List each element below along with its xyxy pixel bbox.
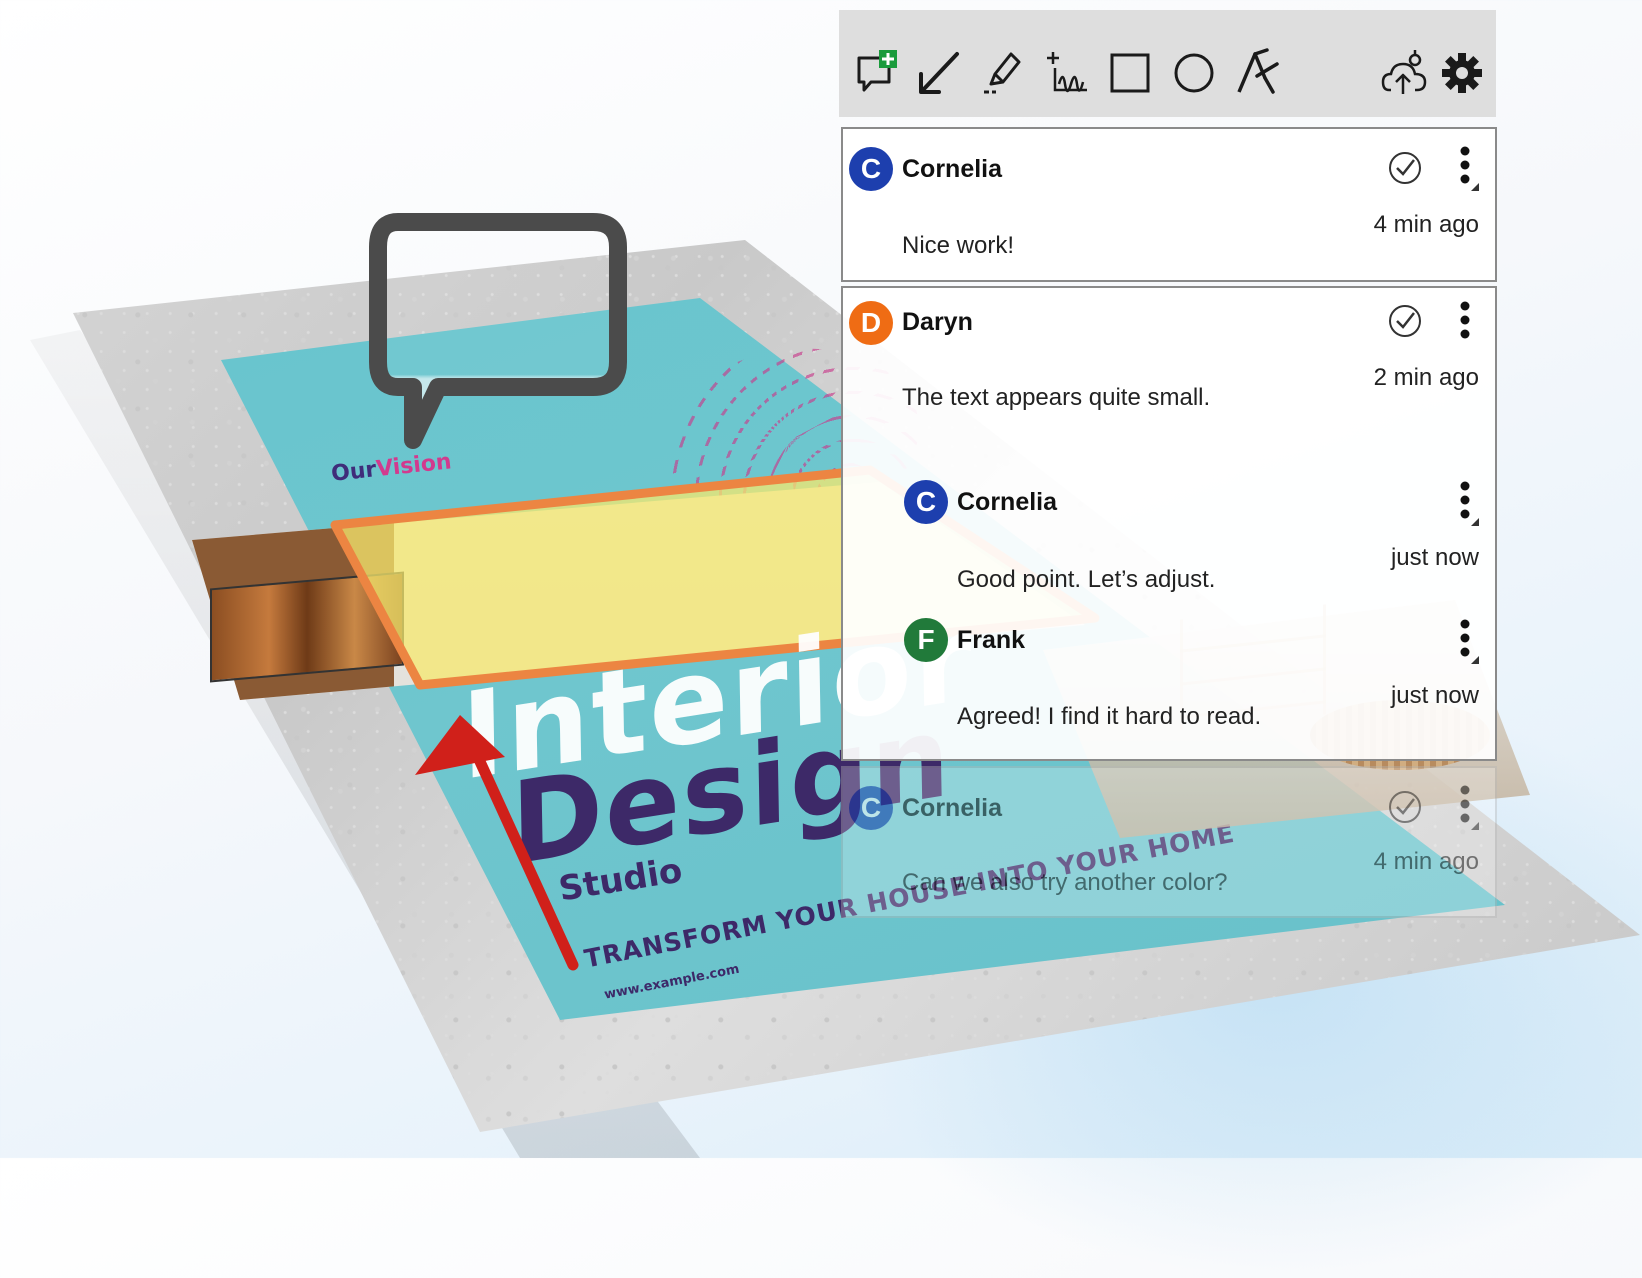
resolve-check-icon[interactable] <box>1388 151 1422 185</box>
freehand-tool-button[interactable] <box>1043 48 1089 98</box>
comment-card[interactable]: C Cornelia 4 min ago Nice work! <box>841 127 1497 282</box>
comment-author: Cornelia <box>902 794 1003 822</box>
avatar: C <box>849 147 893 191</box>
arrow-tool-button[interactable] <box>917 48 963 98</box>
resolve-check-icon[interactable] <box>1388 790 1422 824</box>
more-options-icon[interactable] <box>1455 784 1481 830</box>
reply-text: Good point. Let’s adjust. <box>957 566 1216 593</box>
rectangle-tool-button[interactable] <box>1107 48 1153 98</box>
resolve-check-icon[interactable] <box>1388 304 1422 338</box>
comment-timestamp: 2 min ago <box>1373 364 1479 391</box>
reply-author: Cornelia <box>957 488 1058 516</box>
comment-card-faded[interactable]: C Cornelia 4 min ago Can we also try ano… <box>841 766 1497 918</box>
gear-icon <box>1442 53 1482 93</box>
comment-author: Daryn <box>902 308 973 336</box>
add-comment-button[interactable] <box>855 48 901 98</box>
highlighter-icon <box>984 52 1021 94</box>
comment-text: The text appears quite small. <box>902 384 1211 411</box>
comment-timestamp: 4 min ago <box>1373 211 1479 238</box>
more-options-icon[interactable] <box>1455 300 1481 346</box>
avatar: C <box>904 480 948 524</box>
comment-timestamp: 4 min ago <box>1373 848 1479 875</box>
more-options-icon[interactable] <box>1455 145 1481 191</box>
red-arrow-annotation[interactable] <box>405 715 605 975</box>
ellipse-icon <box>1174 53 1214 93</box>
freehand-icon <box>1047 52 1087 93</box>
comment-text: Nice work! <box>902 232 1015 259</box>
settings-button[interactable] <box>1439 48 1485 98</box>
cloud-upload-icon <box>1381 50 1427 94</box>
ellipse-tool-button[interactable] <box>1171 48 1217 98</box>
avatar: D <box>849 301 893 345</box>
highlighter-tool-button[interactable] <box>981 48 1027 98</box>
comment-bubble-icon <box>369 213 627 449</box>
more-options-icon[interactable] <box>1455 618 1481 664</box>
arrow-icon <box>919 52 959 94</box>
share-upload-button[interactable] <box>1381 48 1427 98</box>
comment-author: Cornelia <box>902 155 1003 183</box>
more-options-icon[interactable] <box>1455 480 1481 526</box>
reply-text: Agreed! I find it hard to read. <box>957 703 1262 730</box>
reply-author: Frank <box>957 626 1026 654</box>
comment-thread-card[interactable]: D Daryn 2 min ago The text appears quite… <box>841 286 1497 761</box>
avatar: C <box>849 786 893 830</box>
reply-timestamp: just now <box>1390 544 1479 571</box>
avatar: F <box>904 618 948 662</box>
text-tool-button[interactable] <box>1235 48 1281 98</box>
rectangle-icon <box>1110 53 1150 93</box>
comment-text: Can we also try another color? <box>902 869 1228 896</box>
annotation-toolbar <box>839 10 1496 117</box>
reply-timestamp: just now <box>1390 682 1479 709</box>
text-style-icon <box>1237 48 1279 94</box>
add-comment-icon <box>857 50 897 92</box>
